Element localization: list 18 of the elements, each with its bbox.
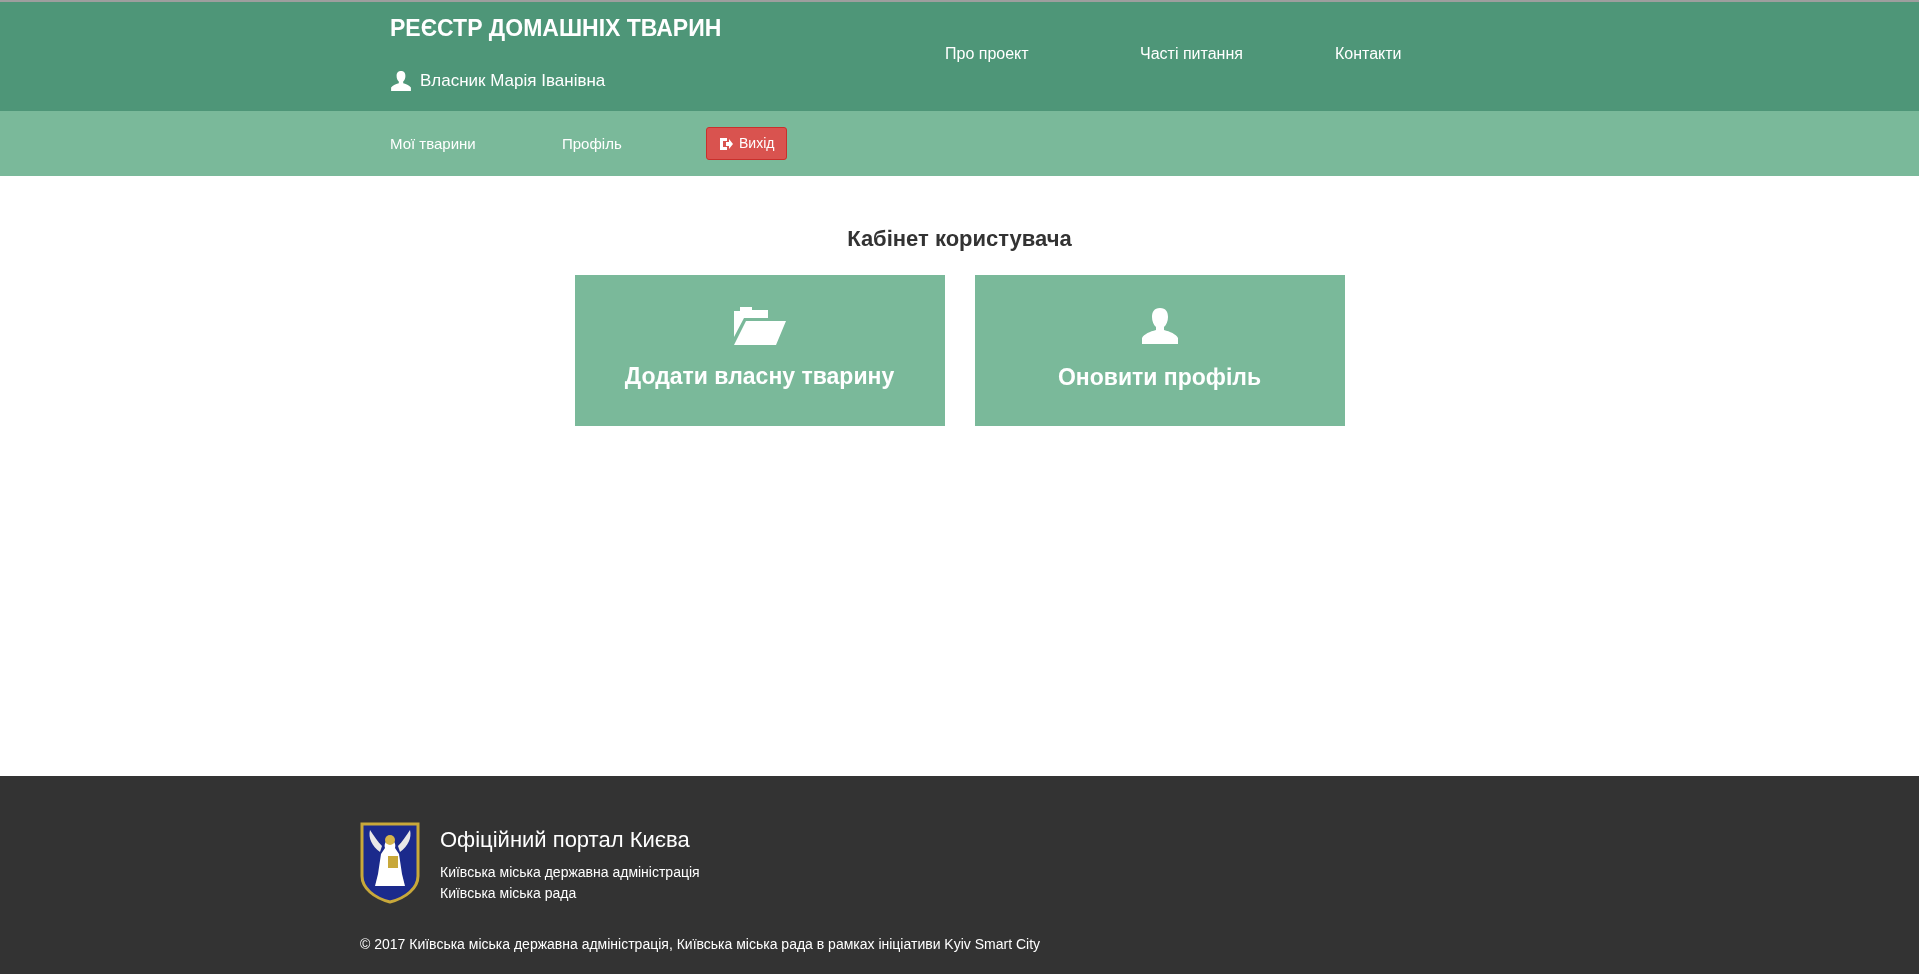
action-card[interactable]: Оновити профіль — [974, 275, 1345, 426]
footer-text: Київська міська державна адміністрація — [440, 863, 700, 882]
footer-title: Офіційний портал Києва — [440, 826, 691, 854]
logout-button[interactable]: Вихід — [706, 127, 788, 160]
open-folder-icon — [733, 307, 786, 346]
nav-link[interactable]: Профіль — [562, 134, 622, 152]
nav-link[interactable]: Контакти — [1335, 45, 1402, 62]
action-card[interactable]: Додати власну тварину — [574, 275, 945, 426]
nav-link[interactable]: Про проект — [945, 45, 1029, 62]
footer-text: Київська міська рада — [440, 884, 578, 903]
sign-out-icon — [719, 136, 733, 151]
nav-link[interactable]: Мої тварини — [390, 134, 476, 152]
user-icon — [390, 69, 412, 92]
nav-link[interactable]: Часті питання — [1140, 45, 1243, 62]
copyright-text: © 2017 Київська міська державна адміністрація, Київська міська рада в рамках ініціативи Kyiv Smart City — [360, 935, 1042, 954]
user-name: Власник Марія Іванівна — [420, 70, 606, 92]
site-title: РЕЄСТР ДОМАШНІХ ТВАРИН — [390, 14, 723, 42]
page-heading: Кабінет користувача — [847, 225, 1072, 253]
